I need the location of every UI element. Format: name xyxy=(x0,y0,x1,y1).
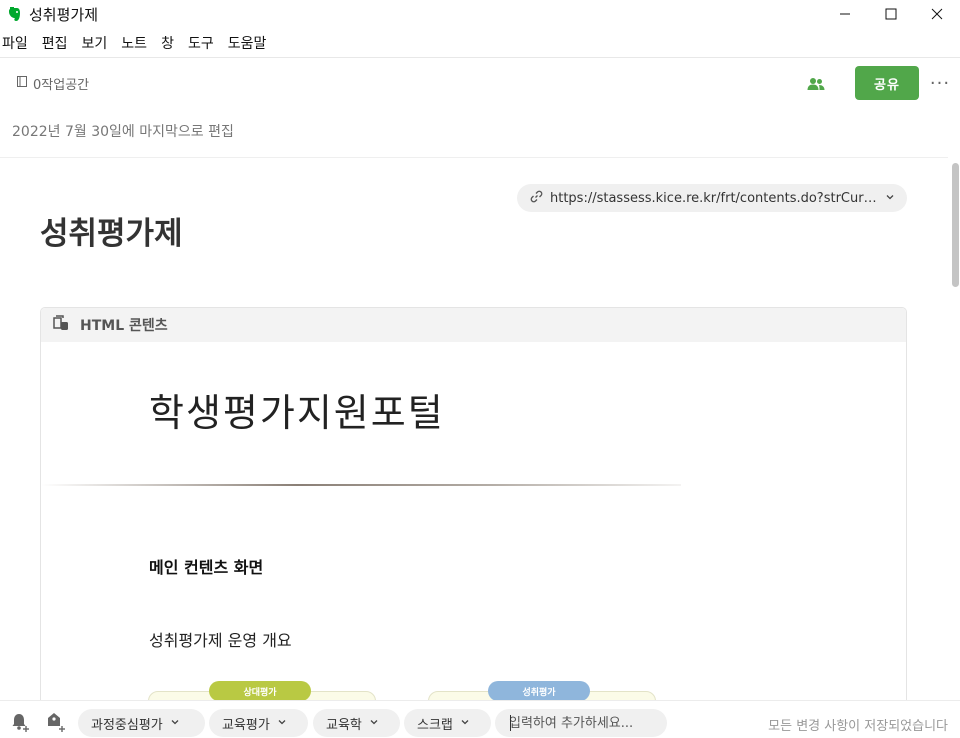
chevron-down-icon xyxy=(885,191,895,206)
html-block-label: HTML 콘텐츠 xyxy=(80,318,168,334)
maximize-button[interactable] xyxy=(868,0,914,28)
more-options-icon[interactable]: ··· xyxy=(928,72,952,94)
html-content-icon xyxy=(52,315,80,335)
menu-bar: 파일 편집 보기 노트 창 도구 도움말 xyxy=(0,30,277,56)
tag-chip[interactable]: 교육평가 xyxy=(209,709,308,737)
source-url-pill[interactable]: https://stassess.kice.re.kr/frt/contents… xyxy=(517,184,907,212)
tag-chip[interactable]: 교육학 xyxy=(313,709,400,737)
chevron-down-icon xyxy=(460,716,470,731)
text-caret xyxy=(510,715,511,731)
diagram-tag-relative: 상대평가 xyxy=(209,681,311,701)
share-button[interactable]: 공유 xyxy=(855,66,919,100)
tag-chip[interactable]: 과정중심평가 xyxy=(78,709,205,737)
menu-view[interactable]: 보기 xyxy=(79,33,116,53)
chevron-down-icon xyxy=(369,716,379,731)
chevron-down-icon xyxy=(170,716,180,731)
divider xyxy=(41,484,681,486)
section-heading: 메인 컨텐츠 화면 xyxy=(149,558,264,577)
tag-label: 교육평가 xyxy=(222,717,270,733)
title-bar: 성취평가제 xyxy=(0,0,960,28)
html-content-block: HTML 콘텐츠 학생평가지원포털 메인 컨텐츠 화면 성취평가제 운영 개요 … xyxy=(40,307,907,707)
tag-label: 교육학 xyxy=(326,717,362,733)
last-edited-text: 2022년 7월 30일에 마지막으로 편집 xyxy=(12,124,234,140)
link-icon xyxy=(530,190,543,207)
workspace-breadcrumb[interactable]: 0작업공간 xyxy=(16,74,89,93)
tag-label: 스크랩 xyxy=(417,717,453,733)
tag-label: 과정중심평가 xyxy=(91,717,163,733)
evernote-elephant-icon xyxy=(3,0,25,28)
menu-file[interactable]: 파일 xyxy=(0,33,36,53)
menu-help[interactable]: 도움말 xyxy=(225,33,275,53)
bell-plus-icon[interactable] xyxy=(9,710,33,734)
divider xyxy=(0,157,948,158)
menu-window[interactable]: 창 xyxy=(158,33,182,53)
notebook-icon xyxy=(16,75,33,92)
note-title[interactable]: 성취평가제 xyxy=(40,208,183,253)
people-icon[interactable] xyxy=(805,74,827,94)
divider xyxy=(0,57,960,58)
tag-input[interactable] xyxy=(495,709,667,737)
html-block-header: HTML 콘텐츠 xyxy=(41,308,906,342)
section-text: 성취평가제 운영 개요 xyxy=(149,631,292,650)
scrollbar-thumb[interactable] xyxy=(952,163,959,287)
chevron-down-icon xyxy=(277,716,287,731)
menu-tools[interactable]: 도구 xyxy=(185,33,222,53)
workspace-name: 0작업공간 xyxy=(33,78,90,93)
close-button[interactable] xyxy=(914,0,960,28)
tag-chip[interactable]: 스크랩 xyxy=(404,709,491,737)
menu-edit[interactable]: 편집 xyxy=(39,33,76,53)
menu-note[interactable]: 노트 xyxy=(118,33,155,53)
save-status: 모든 변경 사항이 저장되었습니다 xyxy=(768,719,948,734)
source-url: https://stassess.kice.re.kr/frt/contents… xyxy=(550,190,880,206)
diagram-tag-achievement: 성취평가 xyxy=(488,681,590,701)
window-controls xyxy=(822,0,960,28)
minimize-button[interactable] xyxy=(822,0,868,28)
window-title: 성취평가제 xyxy=(29,5,99,24)
tag-plus-icon[interactable] xyxy=(44,710,68,734)
portal-title: 학생평가지원포털 xyxy=(149,391,445,435)
